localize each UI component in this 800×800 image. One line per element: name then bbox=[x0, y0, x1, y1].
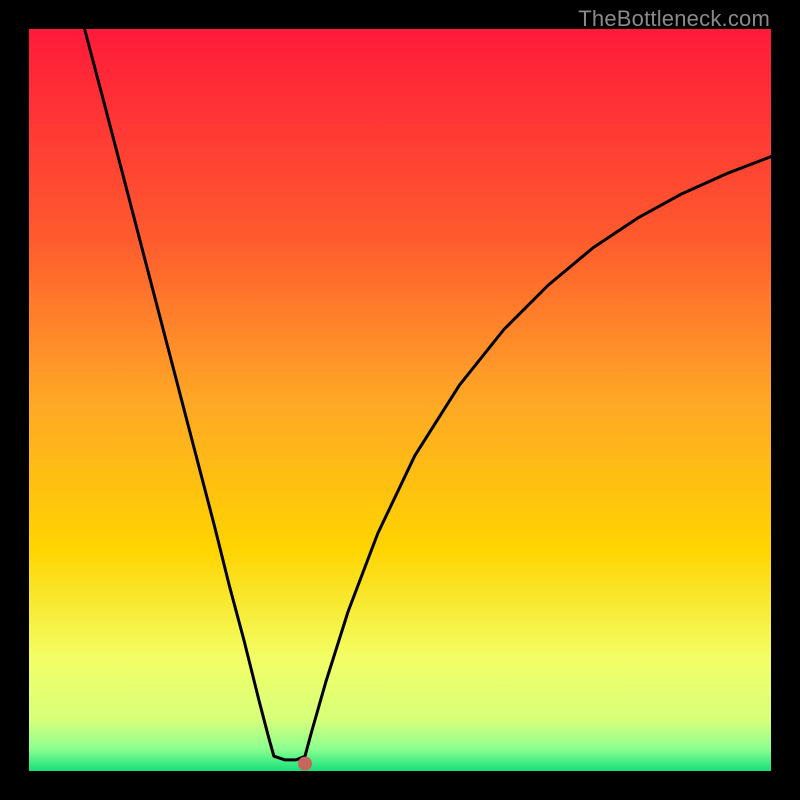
heatmap-background bbox=[29, 29, 771, 771]
watermark-text: TheBottleneck.com bbox=[578, 6, 770, 32]
plot-area bbox=[29, 29, 771, 771]
marker-dot bbox=[298, 757, 312, 771]
chart-stage: TheBottleneck.com bbox=[0, 0, 800, 800]
plot-svg bbox=[29, 29, 771, 771]
